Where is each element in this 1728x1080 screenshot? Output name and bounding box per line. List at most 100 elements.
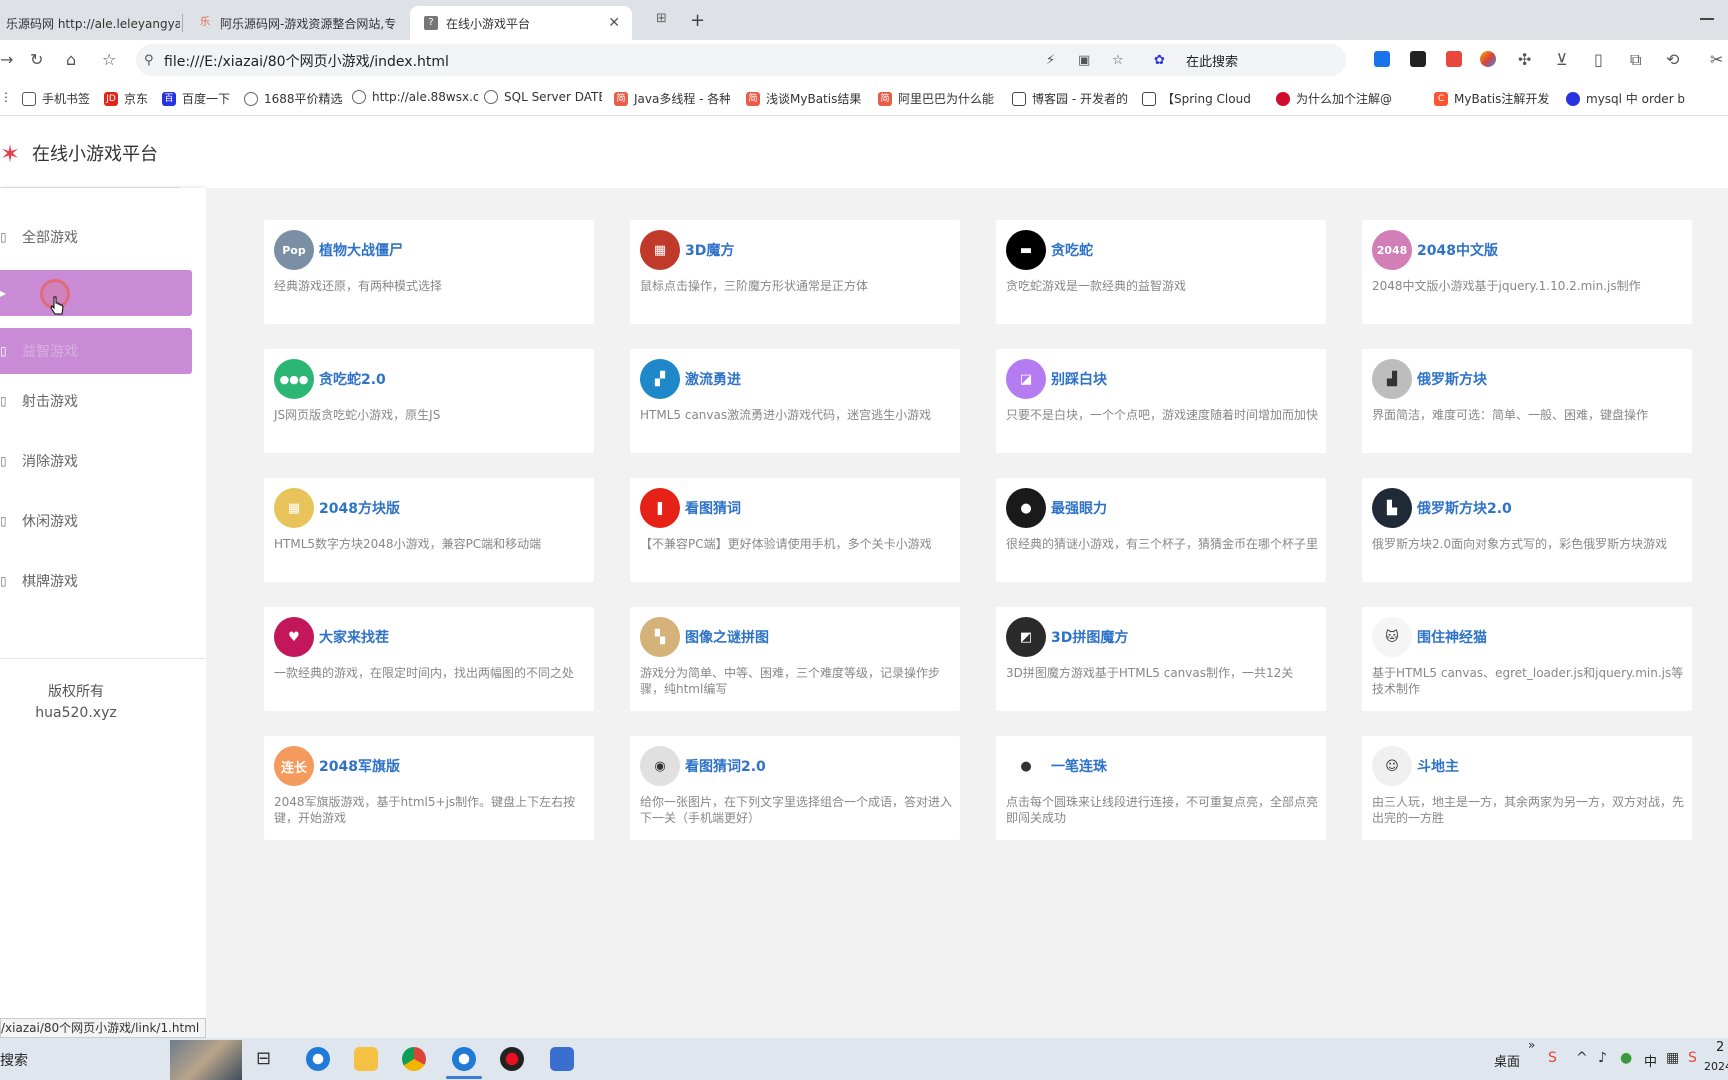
sidebar-item-casual-games[interactable]: ▯ 休闲游戏	[0, 498, 192, 544]
game-card[interactable]: ◪ 别踩白块 只要不是白块，一个个点吧，游戏速度随着时间增加而加快	[996, 349, 1326, 453]
sidebar-item-puzzle-games[interactable]: ▯ 益智游戏	[0, 328, 192, 374]
ime-green-icon[interactable]: ●	[1620, 1050, 1632, 1066]
game-card[interactable]: 连长 2048军旗版 2048军旗版游戏，基于html5+js制作。键盘上下左右按键…	[264, 736, 594, 840]
game-title[interactable]: 2048中文版	[1417, 240, 1498, 260]
sidebar-item-selected[interactable]: ▸	[0, 270, 192, 316]
bookmark-apps-icon[interactable]: ⋮	[0, 90, 12, 104]
game-title[interactable]: 3D魔方	[685, 240, 734, 260]
ai-extension-icon[interactable]	[1480, 51, 1496, 67]
game-title[interactable]: 贪吃蛇2.0	[319, 369, 386, 389]
game-card[interactable]: ▦ 3D魔方 鼠标点击操作，三阶魔方形状通常是正方体	[630, 220, 960, 324]
bookmark-mysql-order[interactable]: mysql 中 order b	[1566, 90, 1690, 107]
game-title[interactable]: 植物大战僵尸	[319, 240, 403, 260]
game-card[interactable]: ☺ 斗地主 由三人玩，地主是一方，其余两家为另一方，双方对战，先出完的一方胜	[1362, 736, 1692, 840]
taskbar-search[interactable]: 搜索	[0, 1050, 28, 1070]
bookmark-mybatis-annotation[interactable]: C MyBatis注解开发	[1434, 90, 1552, 107]
bookmark-java-thread[interactable]: 简 Java多线程 - 各种	[614, 90, 730, 107]
edge-browser-icon[interactable]	[306, 1047, 330, 1071]
game-card[interactable]: ♥ 大家来找茬 一款经典的游戏，在限定时间内，找出两幅图的不同之处	[264, 607, 594, 711]
forward-icon[interactable]: →	[0, 50, 13, 69]
game-thumbnail-icon[interactable]: ▦	[274, 488, 314, 528]
game-thumbnail-icon[interactable]: ◉	[640, 746, 680, 786]
history-icon[interactable]: ⟲	[1666, 50, 1679, 69]
game-title[interactable]: 图像之谜拼图	[685, 627, 769, 647]
overflow-icon[interactable]: »	[1528, 1038, 1535, 1052]
game-thumbnail-icon[interactable]: ●	[1006, 488, 1046, 528]
desktop-toolbar[interactable]: 桌面	[1494, 1051, 1520, 1070]
bookmark-mybatis-result[interactable]: 简浅谈MyBatis结果	[746, 90, 864, 107]
new-tab-button[interactable]: +	[690, 10, 705, 31]
bookmark-jd[interactable]: JD 京东	[104, 90, 156, 107]
game-thumbnail-icon[interactable]: 🐱	[1372, 617, 1412, 657]
game-title[interactable]: 大家来找茬	[319, 627, 389, 647]
bookmark-mobile[interactable]: 手机书签	[22, 90, 98, 107]
pdf-extension-icon[interactable]	[1446, 51, 1462, 67]
game-title[interactable]: 2048方块版	[319, 498, 400, 518]
tab-leleyang[interactable]: 乐源码网 http://ale.leleyangya	[0, 6, 180, 40]
translate-extension-icon[interactable]	[1374, 51, 1390, 67]
game-thumbnail-icon[interactable]: ▞	[640, 359, 680, 399]
reload-icon[interactable]: ↻	[30, 50, 43, 69]
game-title[interactable]: 一笔连珠	[1051, 756, 1107, 776]
baidu-paw-icon[interactable]: ✿	[1154, 53, 1165, 68]
game-title[interactable]: 3D拼图魔方	[1051, 627, 1128, 647]
clock-time[interactable]: 2	[1716, 1040, 1724, 1055]
game-title[interactable]: 别踩白块	[1051, 369, 1107, 389]
microphone-icon[interactable]: ♪	[1598, 1050, 1607, 1066]
game-title[interactable]: 俄罗斯方块	[1417, 369, 1487, 389]
search-input[interactable]: 在此搜索	[1186, 51, 1238, 70]
show-hidden-icon[interactable]: ^	[1576, 1050, 1588, 1066]
favorite-icon[interactable]: ☆	[1112, 53, 1124, 68]
collections-icon[interactable]: ⧉	[1630, 50, 1641, 70]
game-card[interactable]: ● 一笔连珠 点击每个圆珠来让线段进行连接，不可重复点亮，全部点亮即闯关成功	[996, 736, 1326, 840]
chrome-icon[interactable]	[402, 1047, 426, 1071]
game-title[interactable]: 看图猜词2.0	[685, 756, 766, 776]
edit-extension-icon[interactable]	[1410, 51, 1426, 67]
remote-desktop-icon[interactable]	[550, 1047, 574, 1071]
extensions-puzzle-icon[interactable]: ✣	[1518, 50, 1531, 69]
game-thumbnail-icon[interactable]: ◩	[1006, 617, 1046, 657]
game-thumbnail-icon[interactable]: ▚	[640, 617, 680, 657]
bookmark-sql-server[interactable]: SQL Server DATE	[484, 90, 602, 104]
game-title[interactable]: 最强眼力	[1051, 498, 1107, 518]
game-thumbnail-icon[interactable]: ▟	[1372, 359, 1412, 399]
wps-icon[interactable]: S	[1548, 1050, 1557, 1066]
game-card[interactable]: ▚ 图像之谜拼图 游戏分为简单、中等、困难，三个难度等级，记录操作步骤，纯html编…	[630, 607, 960, 711]
home-icon[interactable]: ⌂	[66, 50, 76, 69]
game-card[interactable]: ▙ 俄罗斯方块2.0 俄罗斯方块2.0面向对象方式写的，彩色俄罗斯方块游戏	[1362, 478, 1692, 582]
tab-groups-icon[interactable]: ⊞	[656, 11, 667, 26]
tray-app-icon[interactable]: S	[1688, 1050, 1697, 1066]
game-card[interactable]: 🐱 围住神经猫 基于HTML5 canvas、egret_loader.js和jqu…	[1362, 607, 1692, 711]
recorder-icon[interactable]	[500, 1047, 524, 1071]
game-card[interactable]: ◩ 3D拼图魔方 3D拼图魔方游戏基于HTML5 canvas制作，一共12关	[996, 607, 1326, 711]
scissors-icon[interactable]: ✂	[1710, 50, 1723, 69]
task-view-icon[interactable]: ⊟	[256, 1048, 271, 1069]
game-thumbnail-icon[interactable]: 2048	[1372, 230, 1412, 270]
game-thumbnail-icon[interactable]: ❚	[640, 488, 680, 528]
game-card[interactable]: ●●● 贪吃蛇2.0 JS网页版贪吃蛇小游戏，原生JS	[264, 349, 594, 453]
game-card[interactable]: ● 最强眼力 很经典的猜谜小游戏，有三个杯子，猜猜金币在哪个杯子里	[996, 478, 1326, 582]
sidebar-item-board-games[interactable]: ▯ 棋牌游戏	[0, 558, 192, 604]
game-card[interactable]: ◉ 看图猜词2.0 给你一张图片，在下列文字里选择组合一个成语，答对进入下一关（手机…	[630, 736, 960, 840]
game-thumbnail-icon[interactable]: ♥	[274, 617, 314, 657]
game-title[interactable]: 俄罗斯方块2.0	[1417, 498, 1512, 518]
bookmark-spring-cloud[interactable]: 【Spring Cloud	[1142, 90, 1256, 107]
game-title[interactable]: 贪吃蛇	[1051, 240, 1093, 260]
game-thumbnail-icon[interactable]: ▙	[1372, 488, 1412, 528]
game-card[interactable]: ▦ 2048方块版 HTML5数字方块2048小游戏，兼容PC端和移动端	[264, 478, 594, 582]
bookmark-ale-88wsx[interactable]: http://ale.88wsx.c	[352, 90, 478, 104]
game-thumbnail-icon[interactable]: 连长	[274, 746, 314, 786]
game-thumbnail-icon[interactable]: ●	[1006, 746, 1046, 786]
game-title[interactable]: 围住神经猫	[1417, 627, 1487, 647]
game-card[interactable]: ❚ 看图猜词 【不兼容PC端】更好体验请使用手机，多个关卡小游戏	[630, 478, 960, 582]
keyboard-icon[interactable]: ▦	[1666, 1050, 1679, 1066]
game-title[interactable]: 2048军旗版	[319, 756, 400, 776]
clock-date[interactable]: 2024	[1704, 1060, 1728, 1073]
sidebar-item-all-games[interactable]: ▯ 全部游戏	[0, 214, 192, 260]
bookmark-cnblogs[interactable]: 博客园 - 开发者的	[1012, 90, 1132, 107]
game-title[interactable]: 看图猜词	[685, 498, 741, 518]
file-explorer-icon[interactable]	[354, 1047, 378, 1071]
bookmark-baidu[interactable]: 百百度一下	[162, 90, 236, 107]
game-title[interactable]: 激流勇进	[685, 369, 741, 389]
bookmark-star-icon[interactable]: ☆	[102, 50, 116, 69]
